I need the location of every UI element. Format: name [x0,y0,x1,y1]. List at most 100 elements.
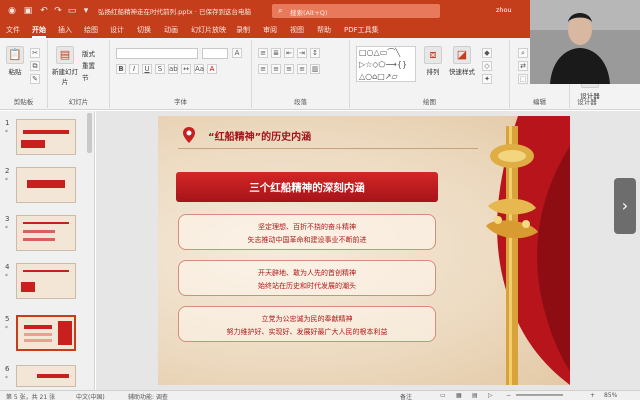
cut-icon[interactable]: ✂ [30,48,40,58]
language-indicator[interactable]: 中文(中国) [76,392,105,400]
shadow-icon[interactable]: S [155,64,165,74]
zoom-in-icon[interactable]: + [590,392,595,399]
shape-outline-icon[interactable]: ◇ [482,61,492,71]
strikethrough-icon[interactable]: ab [168,64,178,74]
accessibility-status[interactable]: 辅助功能: 调查 [128,392,168,400]
increase-indent-icon[interactable]: ⇥ [297,48,307,58]
underline-icon[interactable]: U [142,64,152,74]
slideshow-view-icon[interactable]: ▷ [488,392,493,399]
content-card-2[interactable]: 开天辟地、敢为人先的首创精神 始终站在历史和时代发展的潮头 [178,260,436,296]
next-slide-arrow-icon[interactable]: › [614,178,636,234]
tab-review[interactable]: 审阅 [263,25,277,35]
bold-icon[interactable]: B [116,64,126,74]
present-icon[interactable]: ▭ [66,5,78,17]
content-card-3[interactable]: 立党为公忠诚为民的奉献精神 努力维护好、实现好、发展好最广大人民的根本利益 [178,306,436,342]
tab-design[interactable]: 设计 [110,25,124,35]
thumb-line [23,238,55,241]
slide-thumbnail-2[interactable] [16,167,76,203]
tab-slideshow[interactable]: 幻灯片放映 [191,25,226,35]
change-case-icon[interactable]: Aa [194,64,204,74]
section-button[interactable]: 节 [82,72,89,82]
redo-icon[interactable]: ↷ [52,5,64,17]
slide-canvas[interactable]: “红船精神”的历史内涵 三个红船精神的深刻内涵 坚定理想、百折不挠的奋斗精神 矢… [96,111,640,390]
align-center-icon[interactable]: ≡ [271,64,281,74]
notes-button[interactable]: 备注 [400,392,412,400]
line-spacing-icon[interactable]: ↕ [310,48,320,58]
tab-home[interactable]: 开始 [32,25,46,38]
align-right-icon[interactable]: ≡ [284,64,294,74]
select-icon[interactable]: ⬚ [518,74,528,84]
zoom-out-icon[interactable]: − [506,392,511,399]
layout-button[interactable]: 版式 [82,48,95,58]
tab-animations[interactable]: 动画 [164,25,178,35]
shape-fill-icon[interactable]: ◆ [482,48,492,58]
font-size-select[interactable] [202,48,228,59]
copy-icon[interactable]: ⧉ [30,61,40,71]
slide-thumbnail-1[interactable] [16,119,76,155]
zoom-slider[interactable]: ━━━━━━━━━━━━━ [516,392,563,399]
slide-title[interactable]: “红船精神”的历史内涵 [208,128,311,143]
zoom-level[interactable]: 85% [604,392,617,399]
tab-view[interactable]: 视图 [290,25,304,35]
tab-record[interactable]: 录制 [236,25,250,35]
replace-icon[interactable]: ⇄ [518,61,528,71]
normal-view-icon[interactable]: ▭ [440,392,446,399]
sorter-view-icon[interactable]: ▦ [456,392,462,399]
find-icon[interactable]: ⌕ [518,48,528,58]
paste-icon: 📋 [6,46,24,64]
decrease-indent-icon[interactable]: ⇤ [284,48,294,58]
autosave-icon[interactable]: ◉ [6,5,18,17]
tab-file[interactable]: 文件 [6,25,20,35]
font-color-icon[interactable]: A [207,64,217,74]
slide-thumbnail-5[interactable] [16,315,76,351]
numbering-icon[interactable]: ≣ [271,48,281,58]
heading-banner[interactable]: 三个红船精神的深刻内涵 [176,172,438,202]
align-left-icon[interactable]: ≡ [258,64,268,74]
reset-button[interactable]: 重置 [82,60,95,70]
reading-view-icon[interactable]: ▤ [472,392,478,399]
bullets-icon[interactable]: ≡ [258,48,268,58]
content-card-1[interactable]: 坚定理想、百折不挠的奋斗精神 矢志推动中国革命和建设事业不断前进 [178,214,436,250]
paste-button[interactable]: 📋 粘贴 [4,46,26,76]
current-slide[interactable]: “红船精神”的历史内涵 三个红船精神的深刻内涵 坚定理想、百折不挠的奋斗精神 矢… [158,116,570,385]
group-slides: ▤ 新建幻灯片 版式 重置 节 幻灯片 [48,40,110,108]
tab-transitions[interactable]: 切换 [137,25,151,35]
grow-font-icon[interactable]: A [232,48,242,58]
new-slide-button[interactable]: ▤ 新建幻灯片 [52,46,78,86]
format-painter-icon[interactable]: ✎ [30,74,40,84]
tab-help[interactable]: 帮助 [317,25,331,35]
card-line-2: 始终站在历史和时代发展的潮头 [258,282,356,290]
thumb-line [23,230,55,233]
slides-group-label: 幻灯片 [68,98,89,106]
status-bar: 第 5 张，共 21 张 中文(中国) 辅助功能: 调查 备注 ▭ ▦ ▤ ▷ … [0,390,640,400]
spacing-icon[interactable]: ↔ [181,64,191,74]
slide-thumbnail-4[interactable] [16,263,76,299]
shapes-gallery[interactable]: □○△▭⌒╲ ▷☆◇⬠⟶{} △○⌂□↗▱ [356,46,416,82]
quick-styles-button[interactable]: ◪ 快速样式 [448,46,476,76]
slide-thumbnail-3[interactable] [16,215,76,251]
card-line-1: 坚定理想、百折不挠的奋斗精神 [258,223,356,231]
tab-pdf-tools[interactable]: PDF工具集 [344,25,379,35]
columns-icon[interactable]: ▥ [310,64,320,74]
tab-draw[interactable]: 绘图 [84,25,98,35]
thumbnails-scrollbar[interactable] [87,113,92,153]
justify-icon[interactable]: ≡ [297,64,307,74]
banner-text: 三个红船精神的深刻内涵 [249,182,365,194]
user-name[interactable]: zhou [496,6,512,14]
group-font: A B I U S ab ↔ Aa A 字体 [110,40,252,108]
arrange-button[interactable]: ⧈ 排列 [422,46,444,76]
customize-icon[interactable]: ▾ [80,5,92,17]
undo-icon[interactable]: ↶ [38,5,50,17]
font-family-select[interactable] [116,48,198,59]
search-box[interactable]: ⌕ 搜索(Alt+Q) [272,4,440,18]
group-clipboard: 📋 粘贴 ✂ ⧉ ✎ 剪贴板 [0,40,48,108]
save-icon[interactable]: ▣ [22,5,34,17]
paste-label: 粘贴 [8,68,22,76]
shape-effects-icon[interactable]: ✦ [482,74,492,84]
tab-insert[interactable]: 插入 [58,25,72,35]
italic-icon[interactable]: I [129,64,139,74]
thumb-number: 6 [5,365,10,373]
thumb-star: * [5,177,8,184]
slide-thumbnail-6[interactable] [16,365,76,387]
thumb-title-bar [37,374,69,378]
